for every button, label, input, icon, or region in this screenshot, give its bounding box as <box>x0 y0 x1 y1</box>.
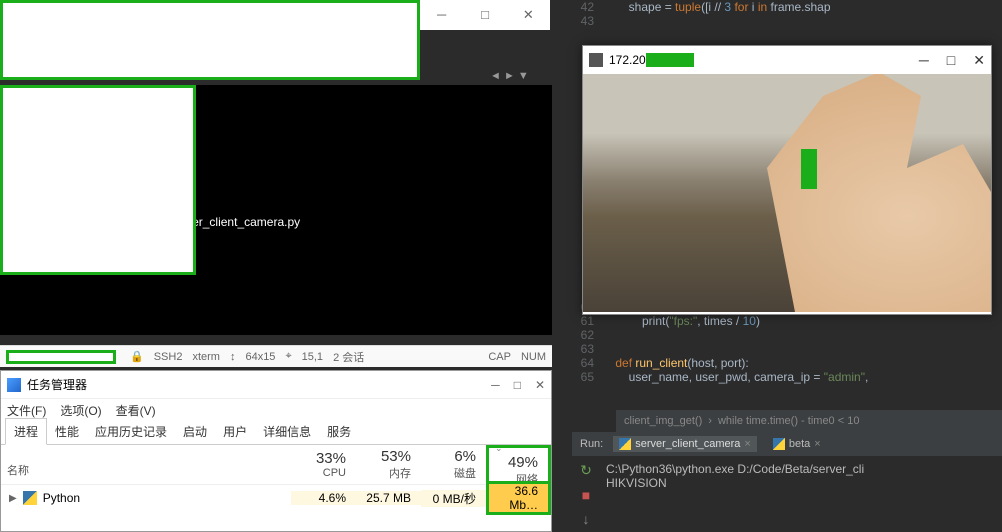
tm-minimize[interactable]: ─ <box>491 378 500 392</box>
taskmgr-icon <box>7 378 21 392</box>
ssh-label: SSH2 <box>154 351 183 363</box>
run-panel: Run: server_client_camera× beta× ↻ ■ ↓ C… <box>572 432 1002 532</box>
tab-5[interactable]: 详细信息 <box>255 419 319 444</box>
scroll-arrows[interactable]: ◄ ► ▼ <box>490 70 529 82</box>
close-button[interactable]: ✕ <box>507 0 550 30</box>
tm-close[interactable]: ✕ <box>535 378 545 392</box>
taskmgr-tabs: 进程性能应用历史记录启动用户详细信息服务 <box>1 421 551 445</box>
menu-view[interactable]: 查看(V) <box>116 402 156 419</box>
menu-file[interactable]: 文件(F) <box>7 402 46 419</box>
table-header: 名称 33%CPU 53%内存 6%磁盘 ⌄49%网络 <box>1 445 551 485</box>
redacted-status <box>6 350 116 364</box>
status-bar: 🔒 SSH2 xterm ↕64x15 ⌖15,1 2 会话 CAP NUM <box>0 345 552 367</box>
expand-icon[interactable]: ▶ <box>9 493 17 504</box>
maximize-button[interactable]: □ <box>463 0 506 30</box>
num-indicator: NUM <box>521 351 546 363</box>
vid-maximize[interactable]: □ <box>947 52 955 69</box>
taskmgr-title: 任务管理器 <box>27 376 87 393</box>
run-tab-beta[interactable]: beta× <box>767 436 827 452</box>
col-cpu[interactable]: 33%CPU <box>291 445 356 484</box>
tab-6[interactable]: 服务 <box>319 419 359 444</box>
breadcrumb[interactable]: client_img_get()›while time.time() - tim… <box>616 410 1002 432</box>
col-name[interactable]: 名称 <box>1 445 291 484</box>
redacted-block-terminal <box>0 85 196 275</box>
tab-4[interactable]: 用户 <box>215 419 255 444</box>
python-icon <box>619 438 631 450</box>
term-size: 64x15 <box>245 351 275 363</box>
tab-1[interactable]: 性能 <box>47 419 87 444</box>
taskmgr-menu: 文件(F) 选项(O) 查看(V) <box>1 399 551 421</box>
stop-icon[interactable]: ■ <box>582 487 590 503</box>
tab-2[interactable]: 应用历史记录 <box>87 419 175 444</box>
col-mem[interactable]: 53%内存 <box>356 445 421 484</box>
col-disk[interactable]: 6%磁盘 <box>421 445 486 484</box>
col-net[interactable]: ⌄49%网络 <box>486 445 551 484</box>
minimize-button[interactable]: ─ <box>420 0 463 30</box>
term-type: xterm <box>192 351 220 363</box>
opencv-icon <box>589 53 603 67</box>
menu-options[interactable]: 选项(O) <box>60 402 101 419</box>
rerun-icon[interactable]: ↻ <box>580 462 592 479</box>
tab-3[interactable]: 启动 <box>175 419 215 444</box>
opencv-window: 172.20xx ─ □ ✕ <box>582 45 992 315</box>
python-icon <box>773 438 785 450</box>
window-ip: 172.20 <box>609 53 646 67</box>
caps-indicator: CAP <box>488 351 511 363</box>
run-toolbar: ↻ ■ ↓ <box>572 456 600 527</box>
session-count: 2 会话 <box>333 349 364 365</box>
camera-feed <box>583 74 991 312</box>
redacted-block-top <box>0 0 420 80</box>
proc-disk: 0 MB/秒 <box>421 490 486 507</box>
chevron-down-icon: ⌄ <box>489 443 538 454</box>
proc-net: 36.6 Mb… <box>486 481 551 515</box>
task-manager-window: 任务管理器 ─ □ ✕ 文件(F) 选项(O) 查看(V) 进程性能应用历史记录… <box>0 370 552 532</box>
proc-cpu: 4.6% <box>291 491 356 505</box>
window-controls: ─ □ ✕ <box>420 0 550 30</box>
redacted-ip: xx <box>646 53 694 67</box>
vid-close[interactable]: ✕ <box>973 52 985 69</box>
run-label: Run: <box>580 438 603 450</box>
run-tab-camera[interactable]: server_client_camera× <box>613 436 757 452</box>
process-row-python[interactable]: ▶ Python 4.6% 25.7 MB 0 MB/秒 36.6 Mb… <box>1 485 551 511</box>
proc-mem: 25.7 MB <box>356 491 421 505</box>
tm-maximize[interactable]: □ <box>514 378 521 392</box>
vid-minimize[interactable]: ─ <box>919 52 929 69</box>
cursor-pos: 15,1 <box>302 351 323 363</box>
tab-0[interactable]: 进程 <box>5 418 47 445</box>
proc-name: Python <box>43 491 80 505</box>
python-icon <box>23 491 37 505</box>
lock-icon: 🔒 <box>130 350 144 363</box>
down-icon[interactable]: ↓ <box>583 511 590 527</box>
console-output[interactable]: C:\Python36\python.exe D:/Code/Beta/serv… <box>600 456 1002 527</box>
